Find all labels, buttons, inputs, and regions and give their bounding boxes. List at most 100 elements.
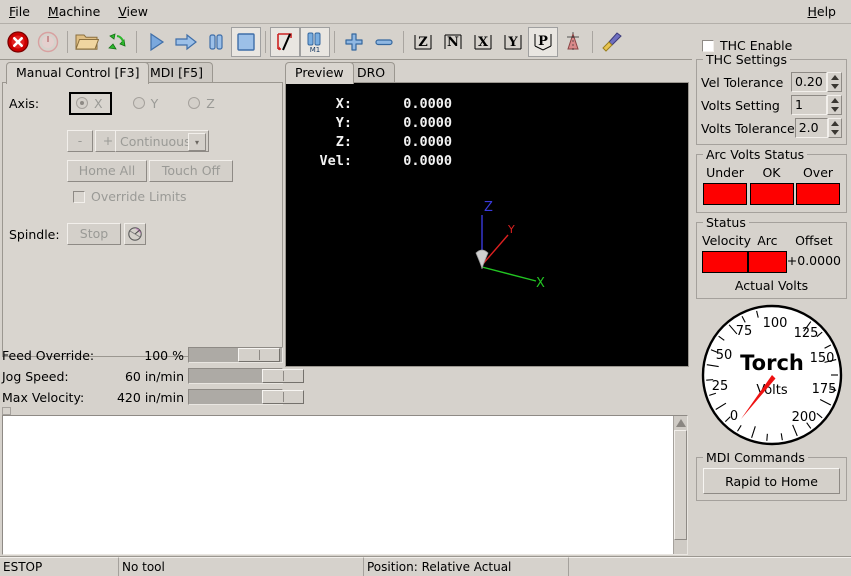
status-extra	[569, 557, 851, 576]
chevron-down-icon[interactable]: ▾	[188, 133, 206, 151]
toggle-skip-lines-button[interactable]	[270, 27, 300, 57]
center-tabbar: Preview DRO	[285, 62, 689, 83]
minus-icon	[373, 31, 395, 53]
status-velocity-led	[702, 251, 748, 273]
dro-axis-label-z: Z:	[286, 133, 352, 152]
jog-minus-button[interactable]: -	[67, 130, 93, 152]
override-sliders: Feed Override: 100 % Jog Speed: 60 in/mi…	[2, 345, 283, 407]
spindle-stop-button[interactable]: Stop	[67, 223, 121, 245]
tab-preview[interactable]: Preview	[285, 62, 354, 84]
home-all-button[interactable]: Home All	[67, 160, 147, 182]
vel-tolerance-stepper[interactable]	[827, 72, 842, 92]
message-log-area[interactable]	[2, 415, 688, 555]
view-rotated-button[interactable]: N	[438, 27, 468, 57]
jog-speed-slider[interactable]	[188, 368, 283, 384]
clear-plot-button[interactable]	[597, 27, 627, 57]
stepper-down-icon[interactable]	[831, 130, 839, 135]
gauge-label-100: 100	[762, 316, 787, 331]
volts-setting-input[interactable]: 1	[791, 95, 827, 115]
status-tool: No tool	[119, 557, 364, 576]
svg-text:Z: Z	[418, 35, 428, 50]
spindle-speed-button[interactable]	[124, 223, 146, 245]
zoom-in-button[interactable]	[339, 27, 369, 57]
stepper-down-icon[interactable]	[831, 84, 839, 89]
axis-radio-x[interactable]: X	[69, 92, 112, 115]
open-file-button[interactable]	[72, 27, 102, 57]
menu-file[interactable]: File	[0, 2, 39, 22]
jog-increment-combo[interactable]: Continuous ▾	[115, 130, 209, 152]
stop-program-button[interactable]	[231, 27, 261, 57]
slider-row: Jog Speed: 60 in/min	[2, 366, 283, 386]
status-velocity-label: Velocity	[702, 233, 748, 248]
gauge-label-25: 25	[711, 379, 728, 394]
log-scrollbar[interactable]	[673, 416, 687, 554]
feed-override-slider[interactable]	[188, 347, 283, 363]
tab-mdi[interactable]: MDI [F5]	[140, 62, 213, 83]
max-velocity-slider[interactable]	[188, 389, 283, 405]
step-program-button[interactable]	[171, 27, 201, 57]
slider-row: Max Velocity: 420 in/min	[2, 387, 283, 407]
stepper-up-icon[interactable]	[831, 121, 839, 126]
preview-canvas[interactable]: X: 0.0000 Y: 0.0000 Z: 0.0000 Vel: 0.000…	[285, 82, 689, 367]
arc-over-led	[796, 183, 840, 205]
axis-radio-z[interactable]: Z	[181, 92, 224, 115]
gauge-subtitle: Volts	[756, 383, 788, 398]
pane-resize-grip[interactable]	[2, 407, 11, 415]
mdi-commands-group: MDI Commands Rapid to Home	[696, 457, 847, 501]
toolbar-separator	[67, 31, 68, 53]
max-velocity-value: 420 in/min	[112, 390, 188, 405]
stepper-down-icon[interactable]	[831, 107, 839, 112]
z-axis-label: Z	[484, 200, 493, 215]
view-z-button[interactable]: Z	[408, 27, 438, 57]
volts-tolerance-stepper[interactable]	[828, 118, 842, 138]
thc-enable-label: THC Enable	[720, 38, 792, 53]
override-limits-checkbox[interactable]: Override Limits	[73, 189, 187, 204]
stepper-up-icon[interactable]	[831, 75, 839, 80]
show-tool-button[interactable]	[558, 27, 588, 57]
svg-text:M1: M1	[310, 46, 321, 53]
slider-thumb[interactable]	[238, 348, 280, 362]
status-title: Status	[703, 215, 749, 230]
scroll-up-button[interactable]	[674, 416, 688, 430]
menu-view[interactable]: View	[109, 2, 157, 22]
dro-value-vel: 0.0000	[352, 152, 452, 171]
tab-dro[interactable]: DRO	[347, 62, 395, 83]
view-x-button[interactable]: X	[468, 27, 498, 57]
thc-enable-checkbox[interactable]: THC Enable	[702, 38, 851, 53]
block-delete-slash-icon	[274, 31, 296, 53]
view-y-button[interactable]: Y	[498, 27, 528, 57]
zoom-out-button[interactable]	[369, 27, 399, 57]
x-axis-label: X	[536, 276, 545, 291]
volts-setting-stepper[interactable]	[827, 95, 842, 115]
view-n-icon: N	[441, 31, 465, 53]
machine-power-button[interactable]	[33, 27, 63, 57]
dro-axis-label-y: Y:	[286, 114, 352, 133]
tab-manual-control[interactable]: Manual Control [F3]	[6, 62, 149, 84]
reload-file-button[interactable]	[102, 27, 132, 57]
pause-program-button[interactable]	[201, 27, 231, 57]
run-program-button[interactable]	[141, 27, 171, 57]
feed-override-label: Feed Override:	[2, 348, 112, 363]
svg-text:X: X	[478, 35, 489, 50]
vel-tolerance-input[interactable]: 0.20	[791, 72, 827, 92]
touch-off-button[interactable]: Touch Off	[149, 160, 233, 182]
rapid-to-home-button[interactable]: Rapid to Home	[703, 468, 840, 494]
toolbar-separator	[136, 31, 137, 53]
status-estop: ESTOP	[0, 557, 119, 576]
menubar: File Machine View Help	[0, 0, 851, 24]
optional-stop-button[interactable]: M1	[300, 27, 330, 57]
dro-line-y: Y: 0.0000	[286, 114, 456, 133]
menu-machine[interactable]: Machine	[39, 2, 109, 22]
axis-radio-y[interactable]: Y	[126, 92, 168, 115]
power-on-icon	[36, 30, 60, 54]
stepper-up-icon[interactable]	[831, 98, 839, 103]
broom-clear-icon	[600, 31, 624, 53]
dro-value-z: 0.0000	[352, 133, 452, 152]
menu-help[interactable]: Help	[798, 2, 845, 22]
toolbar-separator	[592, 31, 593, 53]
estop-toggle-button[interactable]	[3, 27, 33, 57]
view-p-button[interactable]: P	[528, 27, 558, 57]
volts-tolerance-input[interactable]: 2.0	[795, 118, 828, 138]
arc-under-led	[703, 183, 747, 205]
scrollbar-thumb[interactable]	[674, 430, 687, 540]
